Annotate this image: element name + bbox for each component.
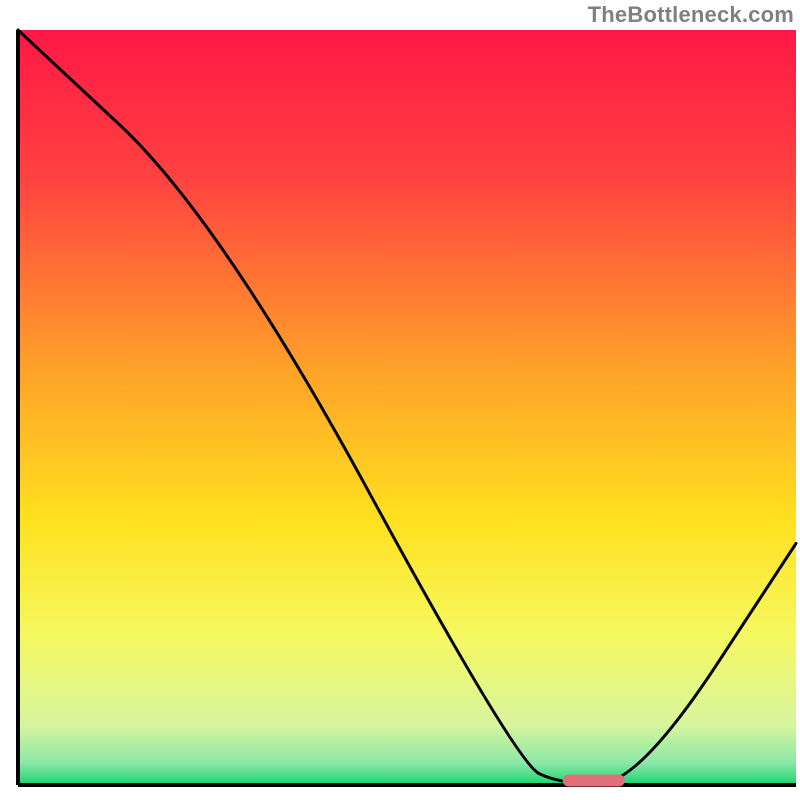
watermark-label: TheBottleneck.com: [588, 2, 794, 28]
chart-stage: TheBottleneck.com: [0, 0, 800, 800]
plot-background: [18, 30, 796, 785]
bottleneck-chart: [0, 0, 800, 800]
optimum-marker: [563, 774, 625, 786]
